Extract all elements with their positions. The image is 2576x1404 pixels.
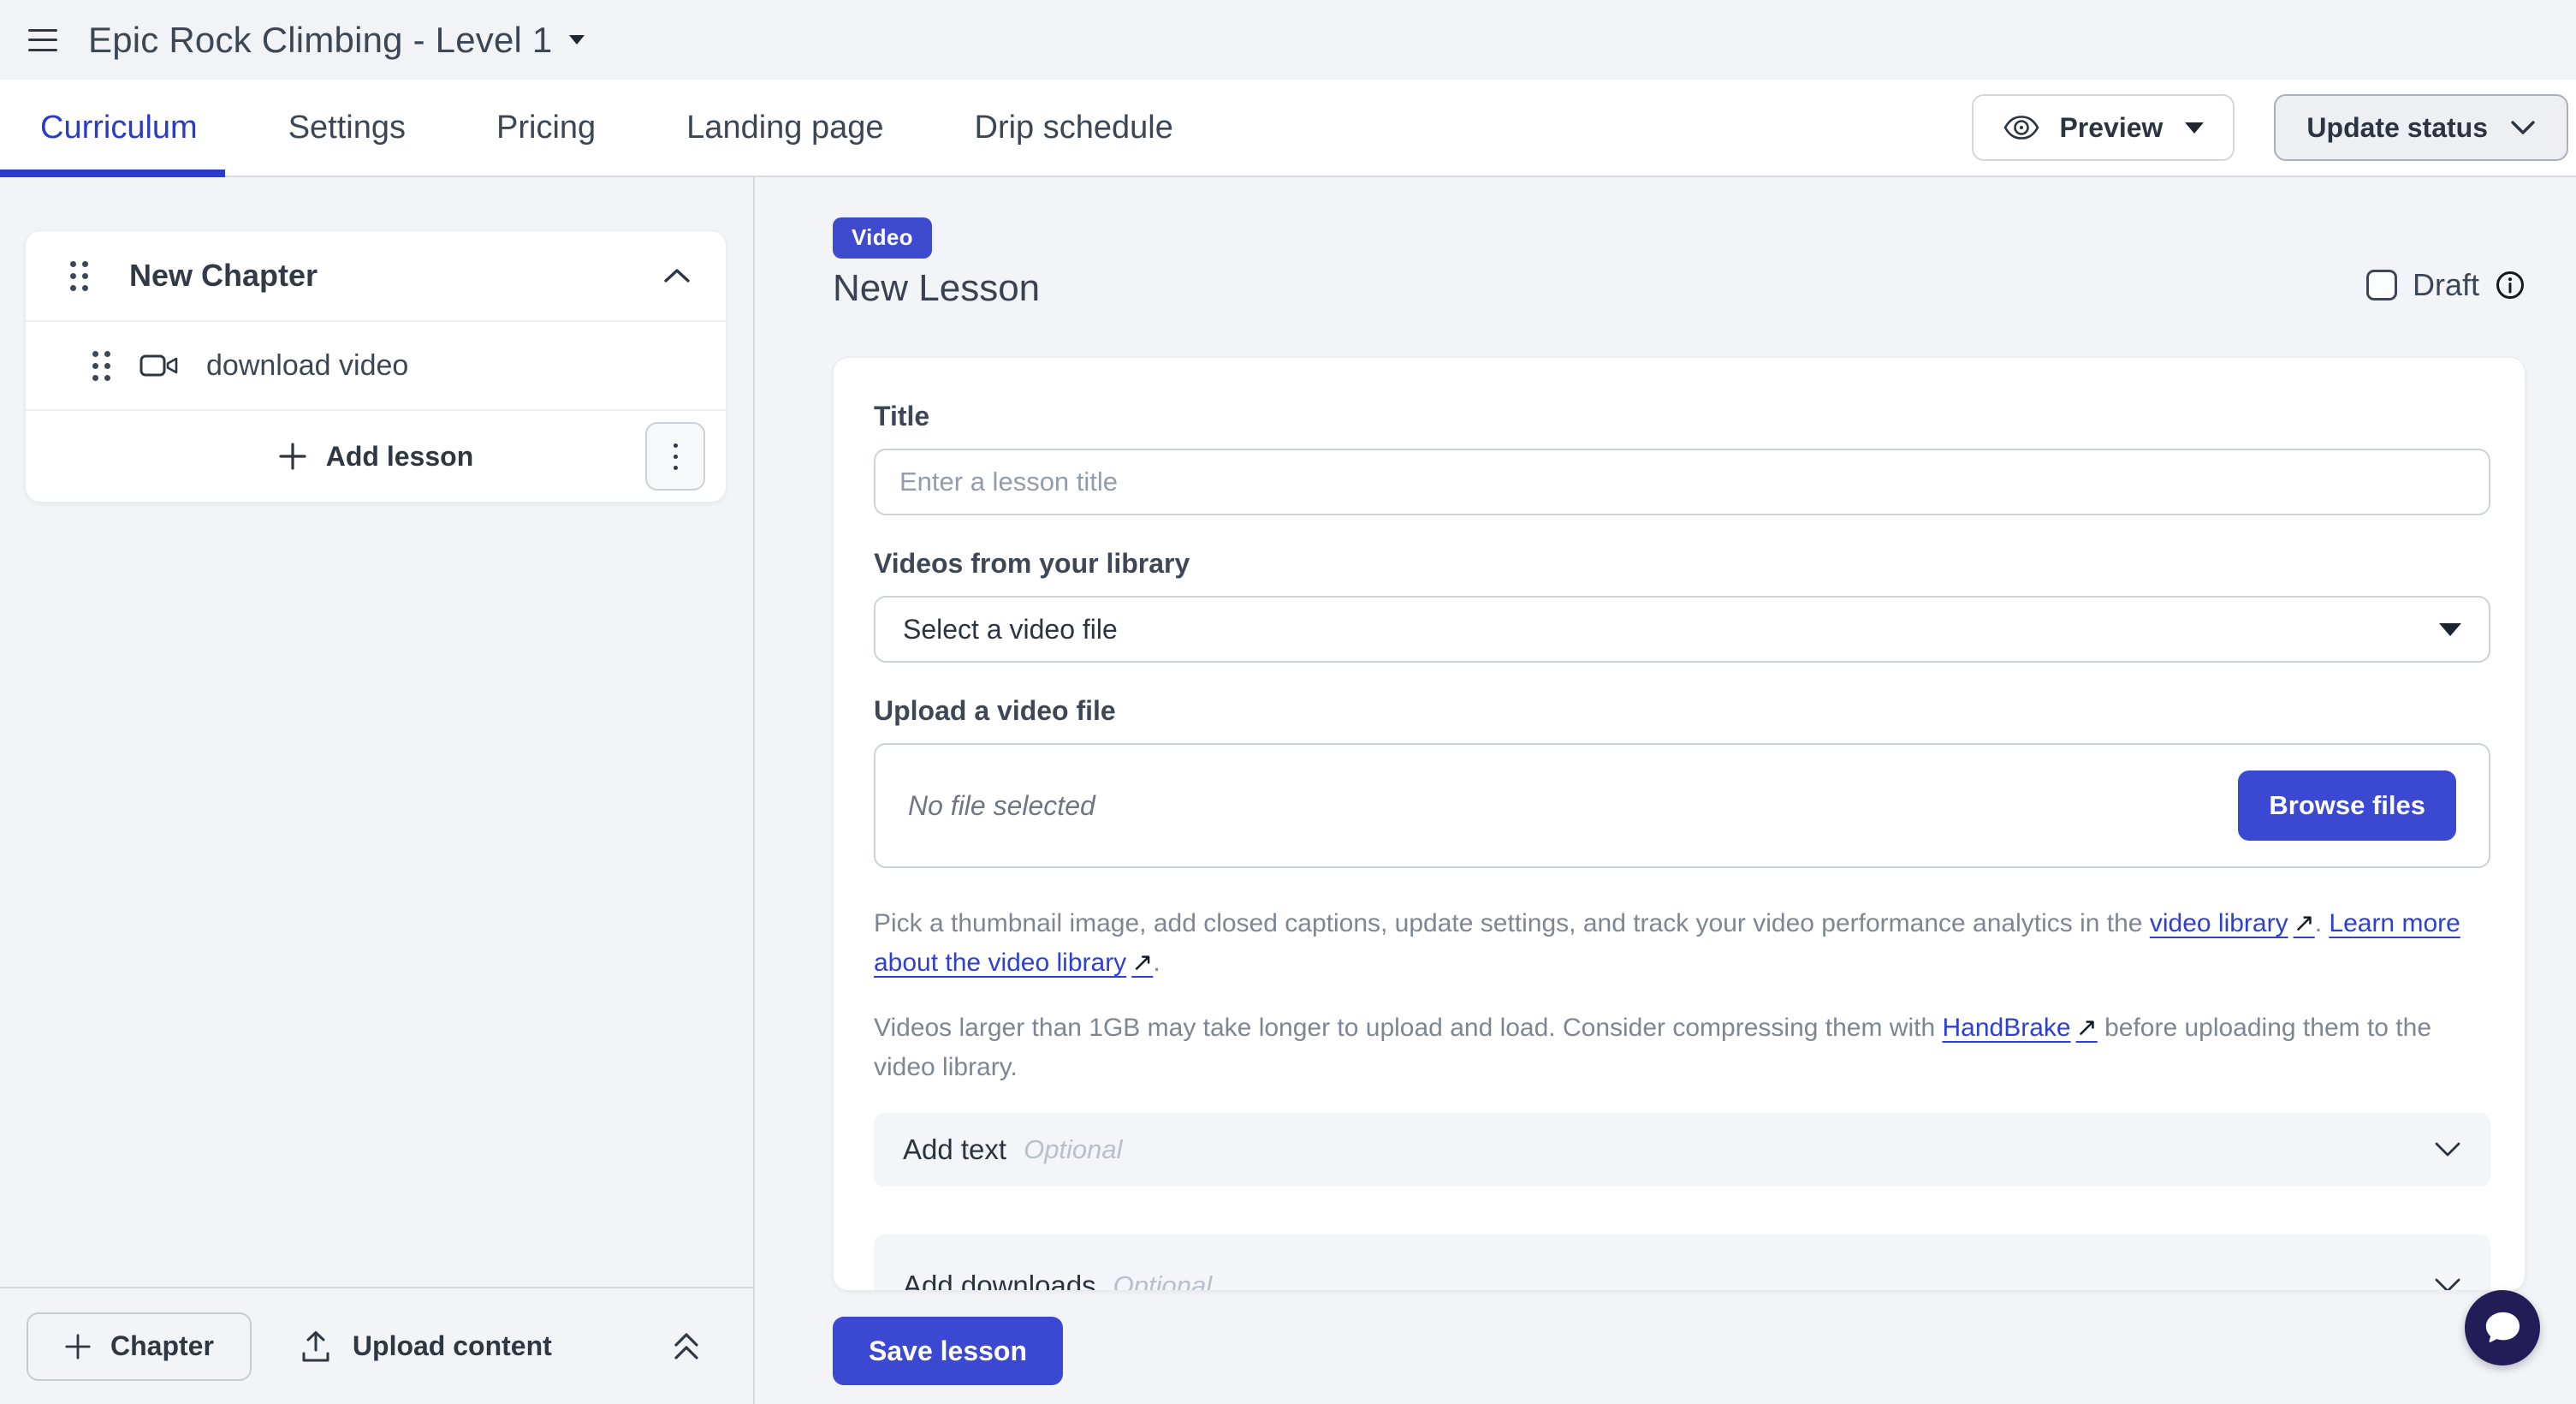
tab-curriculum[interactable]: Curriculum [40,110,198,146]
active-tab-underline [0,170,225,177]
title-field-group: Title [874,402,2490,515]
upload-field-group: Upload a video file No file selected Bro… [874,697,2490,868]
external-link-icon: ↗ [2071,1014,2098,1042]
upload-label: Upload a video file [874,697,2490,724]
handbrake-link[interactable]: HandBrake↗ [1943,1014,2098,1042]
chevron-down-icon [2434,1141,2461,1158]
add-chapter-label: Chapter [110,1330,214,1362]
course-title[interactable]: Epic Rock Climbing - Level 1 [88,20,552,61]
video-library-select[interactable]: Select a video file [874,596,2490,663]
draft-checkbox[interactable] [2366,270,2397,300]
save-lesson-button[interactable]: Save lesson [833,1317,1063,1385]
video-library-link[interactable]: video library↗ [2150,909,2315,937]
topbar: Epic Rock Climbing - Level 1 [0,0,2576,80]
collapse-all-button[interactable] [671,1329,702,1365]
draft-label: Draft [2413,267,2479,303]
chapter-header[interactable]: New Chapter [26,231,726,320]
draft-control: Draft [2366,267,2526,303]
add-chapter-button[interactable]: Chapter [27,1312,252,1381]
library-field-group: Videos from your library Select a video … [874,550,2490,663]
content: New Chapter download v [0,177,2576,1404]
upload-content-label: Upload content [353,1330,552,1362]
preview-label: Preview [2059,112,2163,144]
add-downloads-label: Add downloads [903,1270,1096,1291]
add-text-section[interactable]: Add text Optional [874,1113,2490,1187]
tab-drip-schedule[interactable]: Drip schedule [975,110,1173,146]
upload-icon [300,1330,332,1364]
tabs: Curriculum Settings Pricing Landing page… [40,110,1173,146]
external-link-icon: ↗ [2288,909,2315,937]
lesson-form-card: Title Videos from your library Select a … [833,357,2526,1291]
tab-pricing[interactable]: Pricing [496,110,596,146]
tab-landing-page[interactable]: Landing page [686,110,883,146]
video-select-value: Select a video file [903,614,1118,645]
add-downloads-section[interactable]: Add downloads Optional [874,1234,2490,1291]
preview-caret-icon [2185,122,2204,134]
video-camera-icon [139,353,179,378]
file-dropzone[interactable]: No file selected Browse files [874,743,2490,868]
chevron-up-icon[interactable] [662,267,691,284]
info-icon[interactable] [2495,270,2526,300]
course-title-caret-icon[interactable] [569,35,585,45]
lesson-title-input[interactable] [874,449,2490,515]
add-downloads-optional: Optional [1113,1270,1212,1291]
lesson-header: Video New Lesson Draft [833,217,2526,310]
browse-files-button[interactable]: Browse files [2238,770,2456,841]
chat-widget-button[interactable] [2465,1290,2540,1365]
course-builder-app: Epic Rock Climbing - Level 1 Curriculum … [0,0,2576,1404]
chevron-down-icon [2510,119,2536,136]
lesson-title[interactable]: download video [206,349,408,383]
add-text-optional: Optional [1024,1134,1122,1165]
lesson-editor: Video New Lesson Draft [755,177,2576,1404]
update-status-button[interactable]: Update status [2274,94,2568,161]
chapter-card: New Chapter download v [25,230,727,503]
chapter-card-footer: Add lesson [26,409,726,502]
plus-icon [278,442,307,471]
update-status-label: Update status [2306,112,2488,144]
chapter-drag-handle-icon[interactable] [70,261,88,291]
lesson-row[interactable]: download video [26,320,726,409]
upload-content-button[interactable]: Upload content [300,1330,552,1364]
external-link-icon: ↗ [1126,949,1153,977]
sidebar-body: New Chapter download v [0,177,753,503]
eye-icon [2003,115,2040,140]
chapter-title[interactable]: New Chapter [129,258,662,294]
add-text-label: Add text [903,1133,1006,1166]
title-label: Title [874,402,2490,430]
kebab-icon [674,443,678,448]
chat-bubble-icon [2483,1309,2522,1347]
help-text-handbrake: Videos larger than 1GB may take longer t… [874,1008,2490,1087]
lesson-drag-handle-icon[interactable] [92,351,110,381]
chapter-menu-button[interactable] [645,422,705,491]
page-title: New Lesson [833,267,1040,310]
plus-icon [64,1333,92,1360]
select-caret-icon [2439,623,2461,636]
curriculum-sidebar: New Chapter download v [0,177,755,1404]
tabbar: Curriculum Settings Pricing Landing page… [0,80,2576,177]
lesson-type-badge: Video [833,217,932,259]
hamburger-menu-icon[interactable] [28,29,57,51]
help-text-video-library: Pick a thumbnail image, add closed capti… [874,904,2490,983]
tab-settings[interactable]: Settings [288,110,406,146]
library-label: Videos from your library [874,550,2490,577]
sidebar-footer: Chapter Upload content [0,1287,753,1404]
add-lesson-button[interactable]: Add lesson [278,441,473,473]
chevron-down-icon [2434,1277,2461,1291]
double-chevron-up-icon [671,1329,702,1365]
add-lesson-label: Add lesson [326,441,473,473]
preview-button[interactable]: Preview [1972,94,2235,161]
tab-actions: Preview Update status [1972,94,2568,161]
no-file-text: No file selected [908,790,1095,822]
